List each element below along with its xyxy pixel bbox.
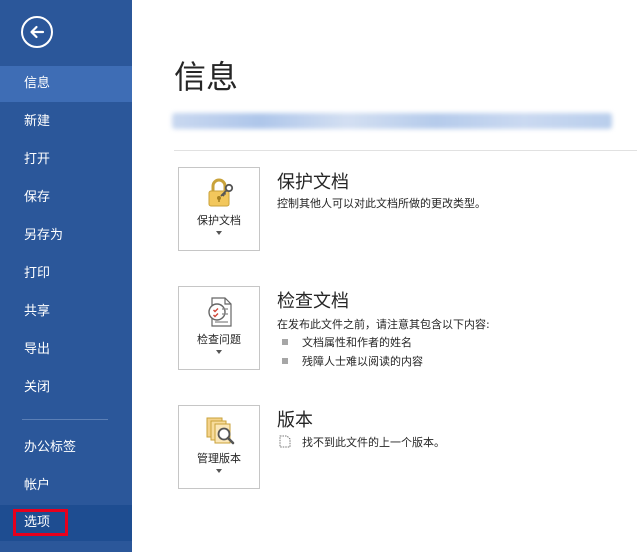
nav-item-label: 信息: [24, 76, 51, 91]
section-description: 控制其他人可以对此文档所做的更改类型。: [277, 197, 486, 210]
manage-versions-icon: [206, 417, 235, 445]
section-description: 在发布此文件之前，请注意其包含以下内容:: [277, 318, 490, 331]
chevron-down-icon: [216, 231, 222, 235]
nav-item-label: 新建: [24, 114, 51, 129]
arrow-left-circle-icon: [30, 25, 45, 39]
nav-item-save-as[interactable]: 另存为: [0, 218, 132, 254]
page-title: 信息: [174, 58, 239, 96]
nav-item-office-tab[interactable]: 办公标签: [0, 430, 132, 466]
nav-item-label: 另存为: [24, 228, 64, 243]
section-title: 检查文档: [277, 291, 349, 312]
section-title: 保护文档: [277, 172, 349, 193]
inspect-document-icon: [208, 297, 232, 327]
chevron-down-icon: [216, 469, 222, 473]
tile-label: 保护文档: [197, 214, 241, 227]
section-description: 找不到此文件的上一个版本。: [302, 436, 445, 449]
tile-label: 检查问题: [197, 333, 241, 346]
nav-item-label: 关闭: [24, 380, 51, 395]
title-divider: [174, 150, 637, 151]
back-button[interactable]: [21, 16, 53, 48]
list-item: 文档属性和作者的姓名: [302, 336, 412, 349]
nav-item-share[interactable]: 共享: [0, 294, 132, 330]
nav-item-label: 帐户: [24, 478, 51, 493]
nav-item-new[interactable]: 新建: [0, 104, 132, 140]
options-highlight-box: [13, 509, 68, 536]
nav-item-save[interactable]: 保存: [0, 180, 132, 216]
nav-item-account[interactable]: 帐户: [0, 468, 132, 504]
nav-item-label: 打开: [24, 152, 51, 167]
backstage-sidebar: 信息 新建 打开 保存 另存为 打印 共享 导出 关闭 办公标签 帐户 选项: [0, 0, 132, 552]
bullet-icon: [282, 339, 288, 345]
nav-item-label: 办公标签: [24, 440, 77, 455]
document-path-blurred: [172, 113, 612, 129]
protect-document-button[interactable]: 保护文档: [178, 167, 260, 251]
nav-item-label: 打印: [24, 266, 51, 281]
nav-item-label: 导出: [24, 342, 51, 357]
bullet-icon: [282, 358, 288, 364]
section-title: 版本: [277, 410, 313, 431]
list-item: 残障人士难以阅读的内容: [302, 355, 423, 368]
nav-item-export[interactable]: 导出: [0, 332, 132, 368]
lock-key-icon: [208, 178, 234, 207]
manage-versions-button[interactable]: 管理版本: [178, 405, 260, 489]
nav-item-close[interactable]: 关闭: [0, 370, 132, 406]
nav-item-label: 保存: [24, 190, 51, 205]
sidebar-divider: [22, 419, 108, 420]
nav-item-open[interactable]: 打开: [0, 142, 132, 178]
chevron-down-icon: [216, 350, 222, 354]
nav-item-info[interactable]: 信息: [0, 66, 132, 102]
tile-label: 管理版本: [197, 452, 241, 465]
nav-item-print[interactable]: 打印: [0, 256, 132, 292]
nav-item-label: 共享: [24, 304, 51, 319]
document-dashed-icon: [279, 435, 291, 448]
check-for-issues-button[interactable]: 检查问题: [178, 286, 260, 370]
